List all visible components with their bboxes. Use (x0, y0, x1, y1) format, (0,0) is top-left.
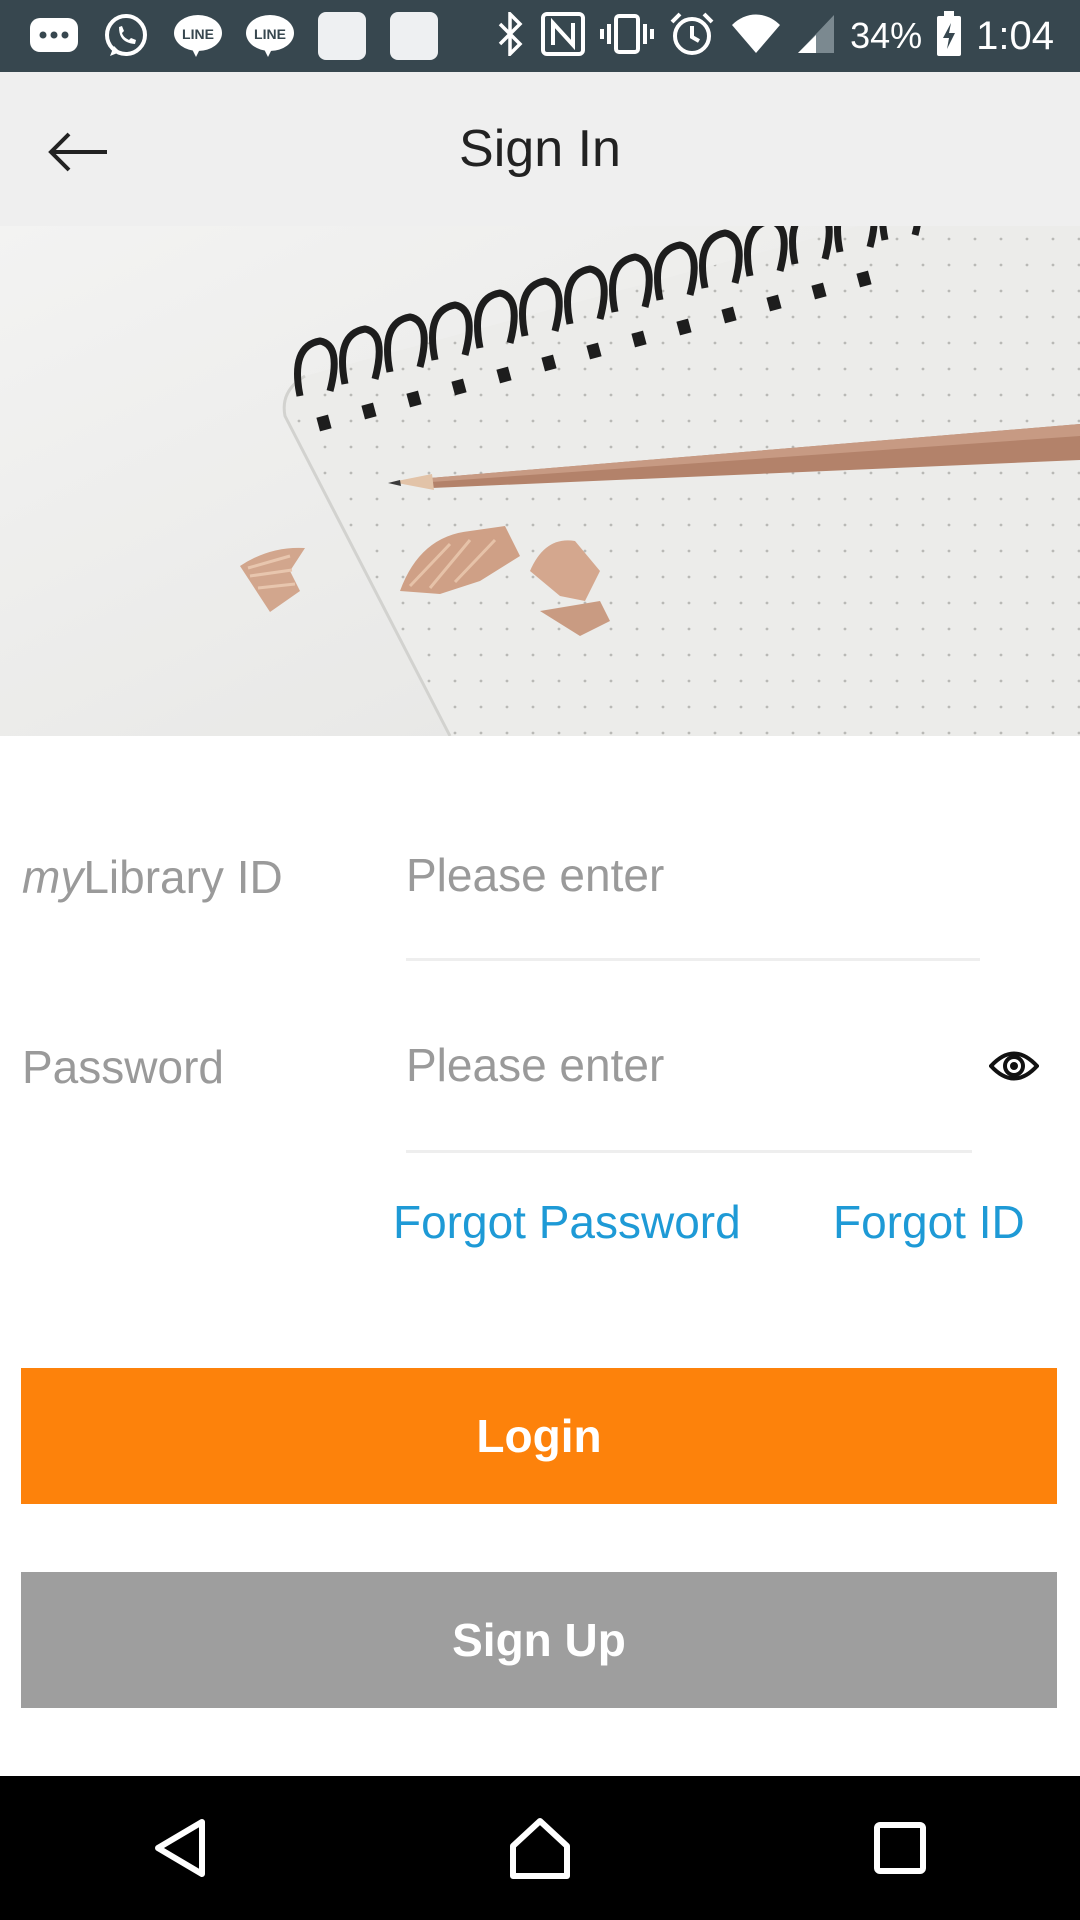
status-bar: LINE LINE 34% 1:04 (0, 0, 1080, 72)
svg-text:LINE: LINE (254, 26, 286, 42)
alarm-icon (668, 10, 716, 63)
id-row: myLibrary ID (0, 836, 1080, 966)
svg-text:LINE: LINE (182, 26, 214, 42)
id-label-prefix: my (22, 851, 84, 903)
line-icon: LINE (170, 11, 226, 61)
line-icon: LINE (242, 11, 298, 61)
recents-icon (874, 1822, 926, 1874)
password-underline (406, 1150, 972, 1153)
eye-icon (989, 1051, 1039, 1081)
back-triangle-icon (155, 1819, 205, 1877)
app-bar: Sign In (0, 72, 1080, 226)
login-button[interactable]: Login (21, 1368, 1057, 1504)
system-home-button[interactable] (480, 1788, 600, 1908)
page-title: Sign In (459, 120, 621, 178)
whatsapp-icon (98, 11, 154, 61)
battery-charging-icon (936, 10, 962, 62)
arrow-left-icon (48, 132, 107, 172)
password-label: Password (22, 1041, 224, 1093)
signup-button[interactable]: Sign Up (21, 1572, 1057, 1708)
wifi-icon (730, 13, 782, 60)
notification-icons: LINE LINE (0, 11, 442, 61)
battery-percent: 34% (850, 15, 923, 56)
hero-image (0, 226, 1080, 736)
system-nav-bar (0, 1776, 1080, 1920)
id-input[interactable] (406, 840, 976, 910)
system-recents-button[interactable] (840, 1788, 960, 1908)
app-icon (386, 11, 442, 61)
id-underline (406, 958, 980, 961)
password-row: Password (0, 1026, 1080, 1156)
vibrate-icon (600, 12, 655, 61)
id-label-suffix: Library ID (83, 851, 283, 903)
forgot-id-link[interactable]: Forgot ID (833, 1195, 1025, 1249)
id-label: myLibrary ID (22, 850, 283, 904)
bluetooth-icon (496, 9, 526, 61)
clock: 1:04 (976, 13, 1054, 58)
system-back-button[interactable] (120, 1788, 240, 1908)
system-icons: 34% 1:04 (496, 9, 1080, 63)
signal-icon (796, 13, 836, 60)
show-password-button[interactable] (984, 1036, 1044, 1096)
app-icon (314, 11, 370, 61)
home-icon (510, 1818, 570, 1879)
forgot-password-link[interactable]: Forgot Password (393, 1195, 741, 1249)
nfc-icon (540, 11, 586, 62)
chat-bubble-icon (26, 11, 82, 61)
password-input[interactable] (406, 1030, 966, 1100)
back-button[interactable] (38, 112, 118, 192)
